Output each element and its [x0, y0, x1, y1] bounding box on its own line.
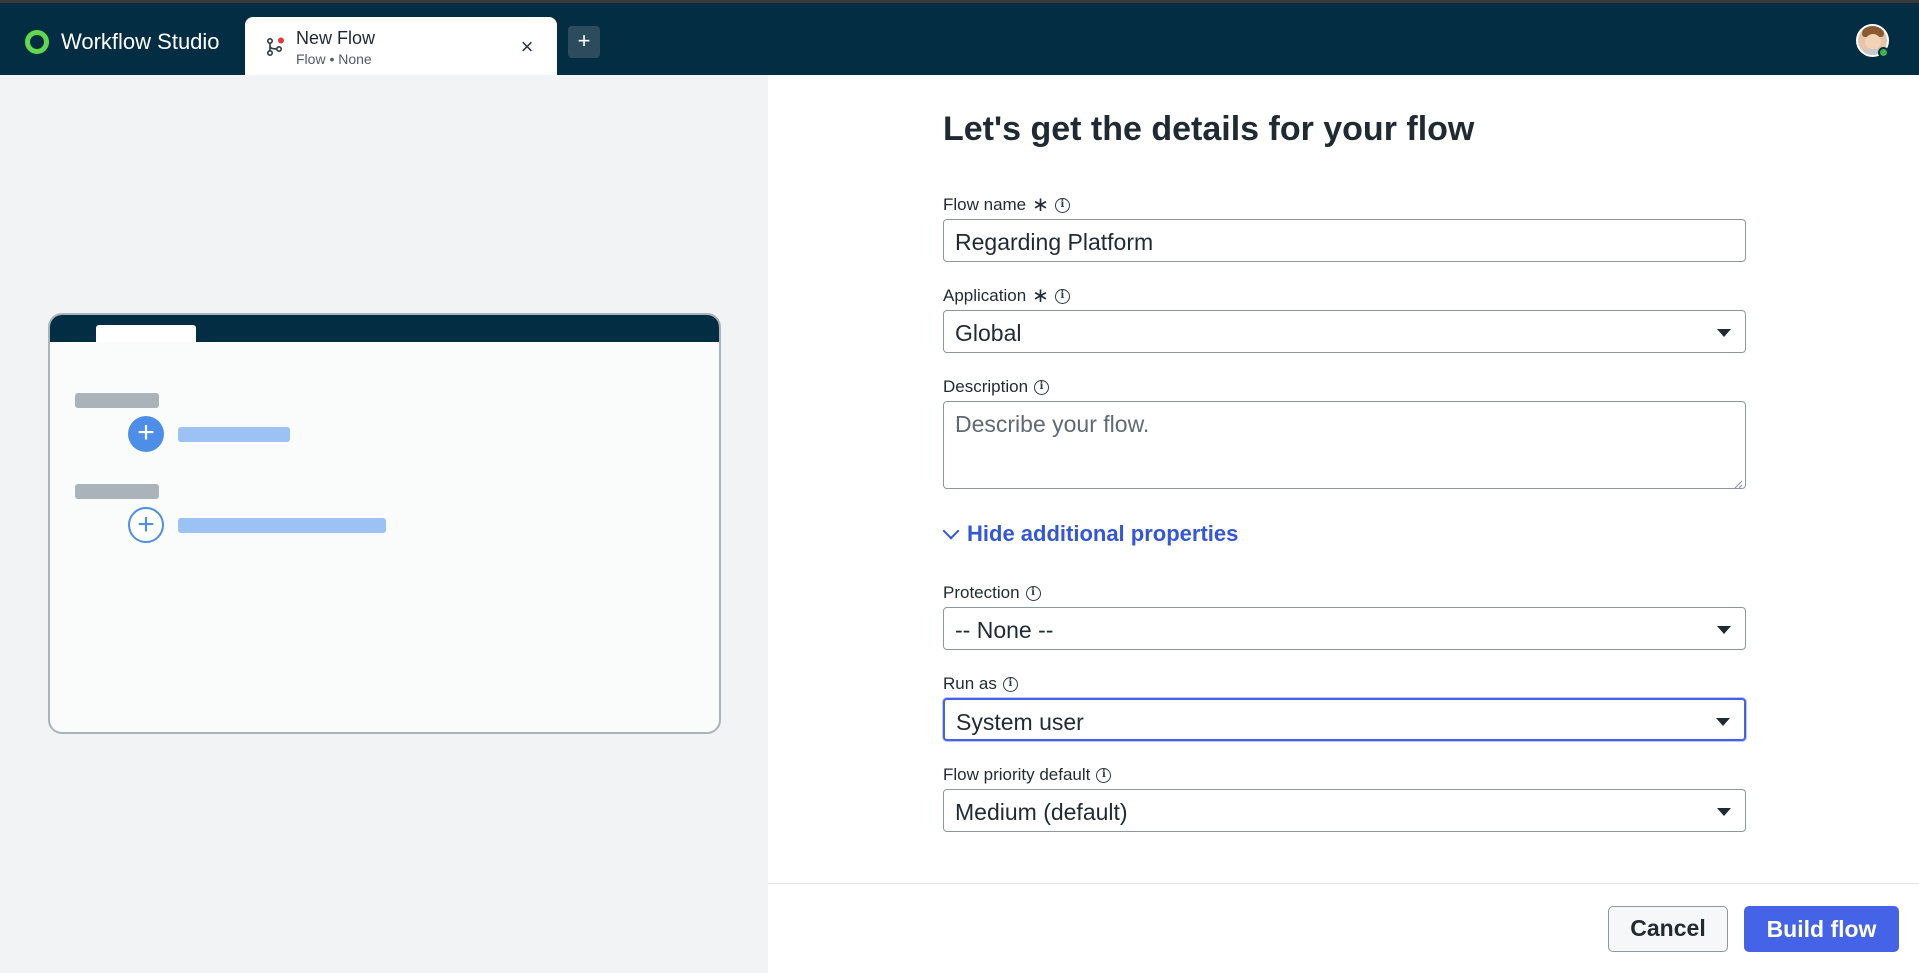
build-flow-button[interactable]: Build flow — [1744, 906, 1899, 952]
app-name: Workflow Studio — [61, 29, 220, 54]
description-label: Description i — [943, 377, 1050, 397]
info-icon[interactable]: i — [1054, 288, 1070, 304]
brand[interactable]: Workflow Studio — [25, 29, 220, 55]
caret-down-icon — [1716, 718, 1730, 726]
info-icon[interactable]: i — [1002, 676, 1018, 692]
info-icon[interactable]: i — [1054, 197, 1070, 213]
flow-name-label: Flow name ∗ i — [943, 195, 1070, 215]
required-asterisk-icon: ∗ — [1032, 193, 1049, 216]
cancel-button[interactable]: Cancel — [1608, 906, 1728, 952]
presence-status-icon — [1878, 47, 1889, 58]
resize-handle[interactable] — [1733, 476, 1743, 489]
info-icon[interactable]: i — [1096, 767, 1112, 783]
tab-new-flow[interactable]: New Flow Flow • None × — [245, 17, 557, 78]
protection-label: Protection i — [943, 583, 1041, 603]
info-icon[interactable]: i — [1025, 585, 1041, 601]
illustration-panel: + + — [0, 75, 768, 973]
caret-down-icon — [1717, 808, 1731, 816]
brand-logo-icon — [25, 30, 49, 54]
page-title: Let's get the details for your flow — [943, 110, 1475, 148]
caret-down-icon — [1717, 329, 1731, 337]
info-icon[interactable]: i — [1034, 379, 1050, 395]
plus-outline-icon: + — [128, 507, 164, 543]
new-tab-button[interactable]: + — [568, 26, 600, 58]
required-asterisk-icon: ∗ — [1032, 284, 1049, 307]
run-as-select[interactable]: System user — [943, 698, 1746, 741]
application-label: Application ∗ i — [943, 286, 1070, 306]
application-select[interactable]: Global — [943, 310, 1746, 353]
flow-name-input[interactable]: Regarding Platform — [943, 219, 1746, 262]
flow-priority-select[interactable]: Medium (default) — [943, 789, 1746, 832]
run-as-label: Run as i — [943, 674, 1018, 694]
protection-select[interactable]: -- None -- — [943, 607, 1746, 650]
tab-title: New Flow — [296, 28, 376, 48]
flow-illustration: + + — [48, 313, 721, 734]
tab-subtitle: Flow • None — [296, 51, 372, 67]
caret-down-icon — [1717, 626, 1731, 634]
plus-icon: + — [128, 416, 164, 452]
flow-priority-label: Flow priority default i — [943, 765, 1112, 785]
hide-additional-properties-toggle[interactable]: Hide additional properties — [942, 521, 1238, 547]
footer-divider — [768, 883, 1919, 884]
description-textarea[interactable]: Describe your flow. — [943, 401, 1746, 489]
chevron-down-icon — [942, 522, 960, 540]
close-icon[interactable]: × — [517, 36, 537, 58]
flow-icon — [266, 37, 284, 57]
resize-grip-icon — [1734, 480, 1743, 489]
top-bar: Workflow Studio New Flow Flow • None × + — [0, 0, 1919, 78]
